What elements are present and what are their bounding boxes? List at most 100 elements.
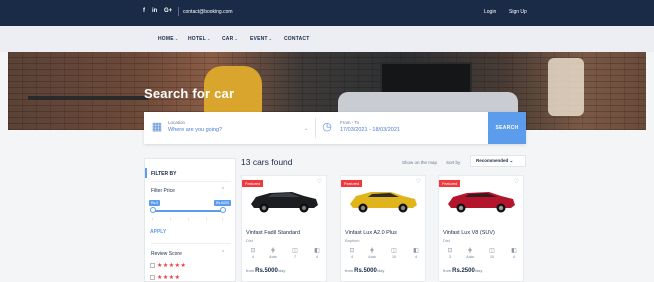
spec-luggage: ◫ 10 <box>485 248 499 259</box>
spec-value: 10 <box>392 255 396 259</box>
search-button[interactable]: SEARCH <box>488 112 526 144</box>
divider <box>151 243 231 244</box>
search-divider <box>315 118 316 138</box>
sort-value: Recommended <box>476 158 509 163</box>
sort-select[interactable]: Recommended ⌄ <box>470 155 526 167</box>
chevron-down-icon: ⌄ <box>268 36 273 41</box>
luggage-icon: ◫ <box>292 248 298 254</box>
hero-title: Search for car <box>144 86 235 101</box>
date-range-input[interactable]: 17/03/2021 - 18/03/2021 <box>340 127 400 133</box>
date-label: From - To <box>340 120 360 125</box>
spec-doors: ◧ 4 <box>409 248 423 259</box>
location-input[interactable]: Where are you going? <box>168 127 222 133</box>
car-illustration <box>251 192 318 213</box>
spec-value: 4 <box>513 255 515 259</box>
map-icon: ▦ <box>151 121 163 133</box>
featured-badge: Featured <box>242 180 264 187</box>
car-card[interactable]: Featured ♡ Vinfast Lux A2.0 Plus Baptism… <box>340 175 426 282</box>
facebook-icon[interactable]: f <box>143 8 145 14</box>
heart-icon[interactable]: ♡ <box>416 178 421 185</box>
door-icon: ◧ <box>314 248 320 254</box>
price-unit: /day <box>277 268 286 273</box>
search-box: ▦ Location Where are you going? ⌄ ◷ From… <box>144 112 526 144</box>
checkbox[interactable] <box>150 274 155 280</box>
seat-icon: ⊡ <box>250 248 256 254</box>
chevron-up-icon[interactable]: ⌃ <box>221 250 225 256</box>
car-card[interactable]: Featured ♡ Vinfast Lux V8 (SUV) Dist ⊡ 3 … <box>438 175 524 282</box>
nav-contact[interactable]: CONTACT <box>284 36 309 42</box>
featured-badge: Featured <box>439 180 461 187</box>
seat-icon: ⊡ <box>447 248 453 254</box>
car-card[interactable]: Featured ♡ Vinfast Fadil Standard Dist ⊡… <box>241 175 327 282</box>
review-5-stars[interactable]: ★★★★★ <box>150 262 186 269</box>
car-location: Dist <box>246 238 253 243</box>
nav-hotel[interactable]: HOTEL⌄ <box>188 36 211 42</box>
spec-value: Auto <box>368 255 376 259</box>
car-name[interactable]: Vinfast Lux A2.0 Plus <box>345 230 397 236</box>
gear-shift-icon: ⋕ <box>467 248 473 254</box>
location-label: Location <box>168 120 186 125</box>
spec-doors: ◧ 4 <box>310 248 324 259</box>
price-min-badge: Rs.0 <box>149 200 161 206</box>
filter-accent-bar <box>145 168 147 178</box>
heart-icon[interactable]: ♡ <box>317 178 322 185</box>
chevron-down-icon: ⌄ <box>509 158 514 163</box>
signup-link[interactable]: Sign Up <box>509 9 527 15</box>
review-4-stars[interactable]: ★★★★ <box>150 274 181 281</box>
filter-title: FILTER BY <box>151 171 177 177</box>
price-filter-title[interactable]: Filter Price <box>151 188 175 194</box>
chevron-down-icon: ⌄ <box>174 36 179 41</box>
car-name[interactable]: Vinfast Fadil Standard <box>246 230 300 236</box>
featured-badge: Featured <box>341 180 363 187</box>
gear-shift-icon: ⋕ <box>369 248 375 254</box>
door-icon: ◧ <box>511 248 517 254</box>
divider <box>151 181 231 182</box>
car-specs: ⊡ 4 ⋕ Auto ◫ 10 ◧ 4 <box>345 248 423 264</box>
nav-event[interactable]: EVENT⌄ <box>250 36 272 42</box>
spec-seats: ⊡ 3 <box>443 248 457 259</box>
clock-icon: ◷ <box>322 121 332 133</box>
price-max-badge: Rs.6000 <box>214 200 232 206</box>
car-location: Baptism <box>345 238 360 243</box>
spec-value: 4 <box>316 255 318 259</box>
heart-icon[interactable]: ♡ <box>514 178 519 185</box>
main-nav: HOME⌄ HOTEL⌄ CAR⌄ EVENT⌄ CONTACT <box>0 26 654 52</box>
price-prefix: from <box>443 268 451 273</box>
price-unit: /day <box>474 268 483 273</box>
chevron-down-icon[interactable]: ⌄ <box>304 126 308 132</box>
spec-gear: ⋕ Auto <box>266 248 280 259</box>
apply-button[interactable]: APPLY <box>150 229 166 235</box>
price-slider-track[interactable] <box>152 210 224 212</box>
price-value: Rs.5000 <box>354 268 377 274</box>
spec-gear: ⋕ Auto <box>365 248 379 259</box>
google-plus-icon[interactable]: G+ <box>164 8 172 14</box>
price-value: Rs.2500 <box>452 268 475 274</box>
price-slider-max-handle[interactable] <box>220 207 226 213</box>
spec-seats: ⊡ 4 <box>246 248 260 259</box>
spec-value: 7 <box>294 255 296 259</box>
checkbox[interactable] <box>150 262 155 268</box>
hero-lamp <box>548 58 584 116</box>
spec-value: 4 <box>252 255 254 259</box>
car-specs: ⊡ 4 ⋕ Auto ◫ 7 ◧ 4 <box>246 248 324 264</box>
price-prefix: from <box>345 268 353 273</box>
show-on-map-link[interactable]: Show on the map <box>402 160 437 165</box>
nav-car[interactable]: CAR⌄ <box>222 36 238 42</box>
car-price: from Rs.5000/day <box>246 268 285 274</box>
sort-by-label: Sort by <box>446 160 461 165</box>
login-link[interactable]: Login <box>484 9 496 15</box>
car-specs: ⊡ 3 ⋕ Auto ◫ 10 ◧ 4 <box>443 248 521 264</box>
luggage-icon: ◫ <box>391 248 397 254</box>
linkedin-icon[interactable]: in <box>152 8 157 14</box>
price-slider-min-handle[interactable] <box>150 207 156 213</box>
nav-home[interactable]: HOME⌄ <box>158 36 178 42</box>
car-price: from Rs.5000/day <box>345 268 384 274</box>
car-name[interactable]: Vinfast Lux V8 (SUV) <box>443 230 495 236</box>
nav-hotel-label: HOTEL <box>188 36 206 42</box>
contact-email[interactable]: contact@booking.com <box>183 9 233 15</box>
spec-value: 10 <box>490 255 494 259</box>
spec-luggage: ◫ 7 <box>288 248 302 259</box>
review-score-title[interactable]: Review Score <box>151 251 182 257</box>
car-illustration <box>448 192 515 213</box>
chevron-up-icon[interactable]: ⌃ <box>221 187 225 193</box>
